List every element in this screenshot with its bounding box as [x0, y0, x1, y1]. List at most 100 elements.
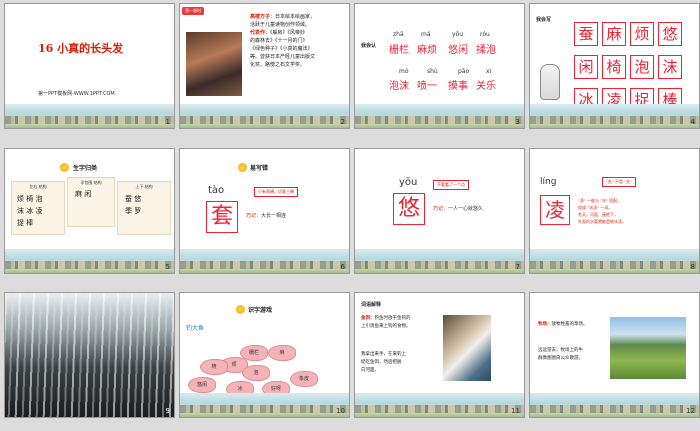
slide-heading: 识字游戏 — [248, 307, 273, 314]
char: 麻 — [75, 190, 82, 198]
section-label: 我会认 — [361, 43, 377, 49]
slide-thumbnail-12[interactable]: 牧场：放牧牲畜的草场。 远远望去，牧场上的牛 群像图图白公众散游。 12 — [530, 293, 699, 417]
rocks-decoration — [530, 116, 699, 124]
slide-subtitle: 第一PPT模板网-WWW.1PPT.COM — [38, 91, 115, 97]
pinyin: mó — [399, 68, 409, 75]
explain-line-3: 冬天，河面、屋檐下， — [578, 212, 618, 217]
sun-icon — [236, 305, 245, 314]
slide-thumbnail-11[interactable]: 词语解释 鱼饵：钓鱼时放于鱼钩的 上引诱鱼来上钩的食物。 我拿出来手，在来钓上 … — [355, 293, 524, 417]
fish-card[interactable]: 麻 — [268, 345, 296, 361]
ex-line-2: 群像图图白公众散游。 — [538, 356, 583, 361]
char: 罗 — [134, 207, 142, 215]
fish-card[interactable]: 栅栏 — [240, 345, 268, 361]
slide-thumbnail-8[interactable]: líng 凌 "夊" 不是 "文" "凌" 一般与 "冰" 搭配， 组成 "冰凌… — [530, 149, 699, 273]
slide-heading: 生字归类 — [73, 165, 98, 172]
lesson-tag: 第一课时 — [182, 7, 204, 15]
definition: 鱼饵：钓鱼时放于鱼钩的 上引诱鱼来上钩的食物。 — [361, 315, 411, 331]
tip-label: 巧记： — [433, 206, 449, 212]
char-cell: 套 — [206, 201, 238, 233]
intro-line-2: 活跃于儿童读物创作领域。 — [250, 22, 311, 28]
author-intro: 高楼方子：日本绘本绘画家， 活跃于儿童读物创作领域。 代表作：《躲房》《风帝妙 … — [250, 13, 315, 69]
group-head: 上下 结构 — [135, 184, 153, 189]
char: 捉 — [17, 219, 24, 227]
pinyin: róu — [480, 31, 490, 38]
pasture-photo — [610, 317, 686, 379]
warning-note: 不要看了一个点 — [433, 180, 469, 190]
tip-text: 一人一心就悠久 — [448, 206, 484, 212]
slide-thumbnail-4[interactable]: 我会写 蚕 麻 烦 悠 闲 椅 泡 沫 冰 凌 捉 棒 4 — [530, 4, 699, 128]
example: 我拿出来手，在来钓上 捉吃鱼饵，然后把脱 向河面。 — [361, 351, 406, 375]
ex-line-2: 捉吃鱼饵，然后把脱 — [361, 360, 402, 365]
ex-line-1: 远远望去，牧场上的牛 — [538, 348, 583, 353]
icicles-photo — [5, 293, 174, 417]
fish-card[interactable]: 悠闲 — [188, 377, 216, 393]
word: 喷一 — [417, 81, 437, 92]
rocks-decoration — [5, 116, 174, 124]
char: 泡 — [35, 195, 43, 203]
slide-number: 11 — [511, 407, 520, 415]
pinyin: tào — [208, 185, 225, 196]
slide-thumbnail-1[interactable]: 16 小真的长头发 第一PPT模板网-WWW.1PPT.COM 1 — [5, 4, 174, 128]
rocks-decoration — [5, 261, 174, 269]
slide-number: 8 — [690, 263, 695, 271]
pinyin: líng — [540, 177, 557, 187]
pinyin: zhā — [393, 31, 404, 38]
section-label: 词语解释 — [361, 302, 382, 308]
slide-number: 10 — [336, 407, 345, 415]
author-name: 高楼方子 — [250, 14, 271, 20]
rocks-decoration — [355, 116, 524, 124]
slide-thumbnail-10[interactable]: 识字游戏 钓大鱼 烦 栅栏 麻 泡 悠闲 冰 好呀 象皮 椅 10 — [180, 293, 349, 417]
char: 蚕 — [125, 195, 132, 203]
slide-number: 5 — [165, 263, 170, 271]
bait-photo — [443, 315, 491, 381]
rocks-decoration — [180, 116, 349, 124]
intro-line-1: ：日本绘本绘画家， — [270, 14, 316, 20]
char-cell: 悠 — [658, 22, 682, 46]
char: 椅 — [26, 195, 34, 203]
def-line-1: 放牧牲畜的草场。 — [551, 322, 588, 327]
slide-thumbnail-6[interactable]: 易写错 tào 套 只有两横，切莫三横 巧记：大长一相连 6 — [180, 149, 349, 273]
pinyin: yǒu — [452, 31, 464, 38]
char: 烦 — [17, 195, 24, 203]
group-head: 半包围 结构 — [80, 180, 102, 185]
char: 棒 — [26, 219, 34, 227]
char-cell: 泡 — [630, 55, 654, 79]
cartoon-character-icon — [540, 64, 560, 100]
explain-line-4: 外面的水管就能会结冰凌。 — [578, 219, 626, 224]
slide-thumbnail-5[interactable]: 生字归类 左右 结构 烦 椅 泡 沫 冰 凌 捉 棒 半包围 结构 麻 闲 上下… — [5, 149, 174, 273]
slide-number: 4 — [690, 118, 695, 126]
slide-number: 2 — [340, 118, 345, 126]
rocks-decoration — [355, 405, 524, 413]
rocks-decoration — [530, 405, 699, 413]
game-subtitle: 钓大鱼 — [186, 325, 205, 332]
term: 牧场： — [538, 322, 552, 327]
pinyin: pāo — [458, 68, 470, 75]
slide-thumbnail-9[interactable]: 9 — [5, 293, 174, 417]
rep-line-1: ：《躲房》《风帝妙 — [265, 30, 306, 36]
slide-number: 3 — [515, 118, 520, 126]
rocks-decoration — [180, 405, 349, 413]
char: 沫 — [17, 207, 24, 215]
pinyin: xì — [486, 68, 492, 75]
def-line-1: 钓鱼时放于鱼钩的 — [374, 316, 411, 321]
rep-line-4: 等。曾获日本产经儿童出版文 — [250, 54, 316, 60]
char-cell: 椅 — [602, 55, 626, 79]
slide-title: 16 小真的长头发 — [38, 42, 124, 55]
pinyin: má — [421, 31, 431, 38]
word: 关乐 — [476, 81, 496, 92]
char: 悠 — [134, 195, 142, 203]
explanation: "凌" 一般与 "冰" 搭配， 组成 "冰凌" 一词。 冬天，河面、屋檐下， 外… — [578, 197, 626, 225]
group-chars-3: 蚕 悠 季 罗 — [125, 193, 141, 217]
fish-card[interactable]: 象皮 — [290, 371, 318, 387]
warning-note: 只有两横，切莫三横 — [254, 187, 298, 197]
char-cell: 沫 — [658, 55, 682, 79]
slide-thumbnail-3[interactable]: 我会认 zhā má yǒu róu 栅栏 麻烦 悠闲 揉泡 mó shù pā… — [355, 4, 524, 128]
slide-thumbnail-7[interactable]: yōu 悠 不要看了一个点 巧记：一人一心就悠久 7 — [355, 149, 524, 273]
char: 冰 — [26, 207, 34, 215]
definition: 牧场：放牧牲畜的草场。 — [538, 321, 588, 327]
word: 泡沫 — [389, 81, 409, 92]
char-cell: 凌 — [540, 195, 570, 225]
slide-thumbnail-2[interactable]: 第一课时 高楼方子：日本绘本绘画家， 活跃于儿童读物创作领域。 代表作：《躲房》… — [180, 4, 349, 128]
fish-card[interactable]: 椅 — [200, 359, 228, 375]
fish-card[interactable]: 泡 — [242, 365, 270, 381]
